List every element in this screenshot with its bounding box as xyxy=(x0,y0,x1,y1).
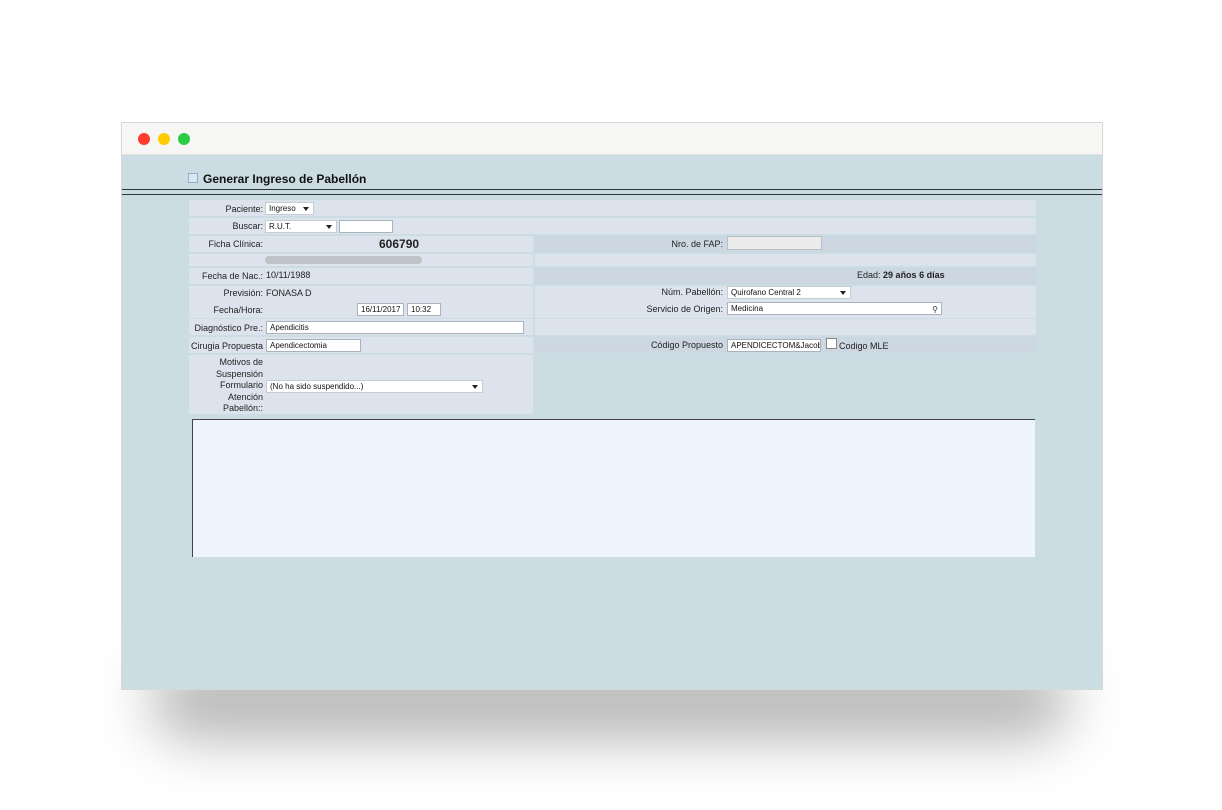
edad-field: Edad: 29 años 6 días xyxy=(857,270,945,280)
paciente-select[interactable]: Ingreso xyxy=(265,202,314,215)
motivos-label-line: Suspensión xyxy=(215,368,263,379)
fap-input[interactable] xyxy=(727,236,822,250)
cirugia-input[interactable]: Apendicectomia xyxy=(266,339,361,352)
motivos-label-line: Atención xyxy=(227,391,263,402)
motivos-label-line: Motivos de xyxy=(219,357,263,367)
cirugia-label: Cirugia Propuesta xyxy=(190,341,263,351)
prevision-value: FONASA D xyxy=(266,288,312,298)
ficha-label: Ficha Clínica: xyxy=(208,239,263,249)
prevision-label: Previsión: xyxy=(223,288,263,298)
motivos-label: Motivos de Suspensión Formulario Atenció… xyxy=(216,357,263,415)
buscar-type-select[interactable]: R.U.T. xyxy=(265,220,337,233)
page-title-text: Generar Ingreso de Pabellón xyxy=(203,172,367,186)
hora-input[interactable]: 10:32 xyxy=(407,303,441,316)
ingreso-form: Paciente: Ingreso Buscar: R.U.T. Ficha C… xyxy=(189,200,1036,414)
fap-label: Nro. de FAP: xyxy=(671,239,723,249)
title-divider xyxy=(122,189,1102,190)
loading-bar xyxy=(265,256,422,264)
motivos-select[interactable]: (No ha sido suspendido...) xyxy=(266,380,483,393)
page-title: Generar Ingreso de Pabellón xyxy=(188,172,366,186)
chevron-down-icon xyxy=(326,225,332,229)
buscar-label: Buscar: xyxy=(232,221,263,231)
motivos-select-value: (No ha sido suspendido...) xyxy=(270,382,364,391)
zoom-window-icon[interactable] xyxy=(178,133,190,145)
browser-window: Generar Ingreso de Pabellón Paciente: In… xyxy=(121,122,1103,690)
chevron-down-icon xyxy=(840,291,846,295)
codigo-mle-checkbox[interactable] xyxy=(826,338,837,349)
fecha-nac-value: 10/11/1988 xyxy=(266,270,311,280)
fecha-input[interactable]: 16/11/2017 xyxy=(357,303,404,316)
edad-value: 29 años 6 días xyxy=(883,270,945,280)
edad-label: Edad: xyxy=(857,270,881,280)
diagnostico-input[interactable]: Apendicitis xyxy=(266,321,524,334)
paciente-select-value: Ingreso xyxy=(269,204,296,213)
close-window-icon[interactable] xyxy=(138,133,150,145)
servicio-label: Servicio de Origen: xyxy=(646,304,723,314)
row-band xyxy=(535,319,1036,335)
motivos-label-line: Pabellón:: xyxy=(222,403,263,413)
buscar-type-value: R.U.T. xyxy=(269,222,292,231)
row-band xyxy=(535,268,1036,284)
ficha-value: 606790 xyxy=(379,237,420,251)
pabellon-label: Núm. Pabellón: xyxy=(661,287,723,297)
codigo-label: Código Propuesto xyxy=(650,340,723,350)
fecha-nac-label: Fecha de Nac.: xyxy=(201,271,263,281)
paciente-label: Paciente: xyxy=(225,204,263,214)
motivos-label-line: Formulario xyxy=(219,380,263,390)
row-band xyxy=(535,254,1036,266)
codigo-mle-label: Codigo MLE xyxy=(839,341,889,351)
codigo-input[interactable]: APENDICECTOM&Jacob xyxy=(727,339,821,352)
details-panel[interactable] xyxy=(192,419,1035,557)
page-title-icon xyxy=(188,173,198,183)
buscar-input[interactable] xyxy=(339,220,393,233)
chevron-down-icon xyxy=(472,385,478,389)
row-band xyxy=(189,200,1036,216)
search-icon[interactable]: ⚲ xyxy=(932,304,938,314)
pabellon-select[interactable]: Quirofano Central 2 xyxy=(727,286,851,299)
minimize-window-icon[interactable] xyxy=(158,133,170,145)
pabellon-select-value: Quirofano Central 2 xyxy=(731,288,801,297)
title-divider-2 xyxy=(122,194,1102,195)
window-titlebar xyxy=(122,123,1102,155)
servicio-input-value: Medicina xyxy=(731,304,764,313)
fecha-hora-label: Fecha/Hora: xyxy=(213,305,263,315)
chevron-down-icon xyxy=(303,207,309,211)
servicio-input[interactable]: Medicina ⚲ xyxy=(727,302,942,315)
diagnostico-label: Diagnóstico Pre.: xyxy=(194,323,263,333)
